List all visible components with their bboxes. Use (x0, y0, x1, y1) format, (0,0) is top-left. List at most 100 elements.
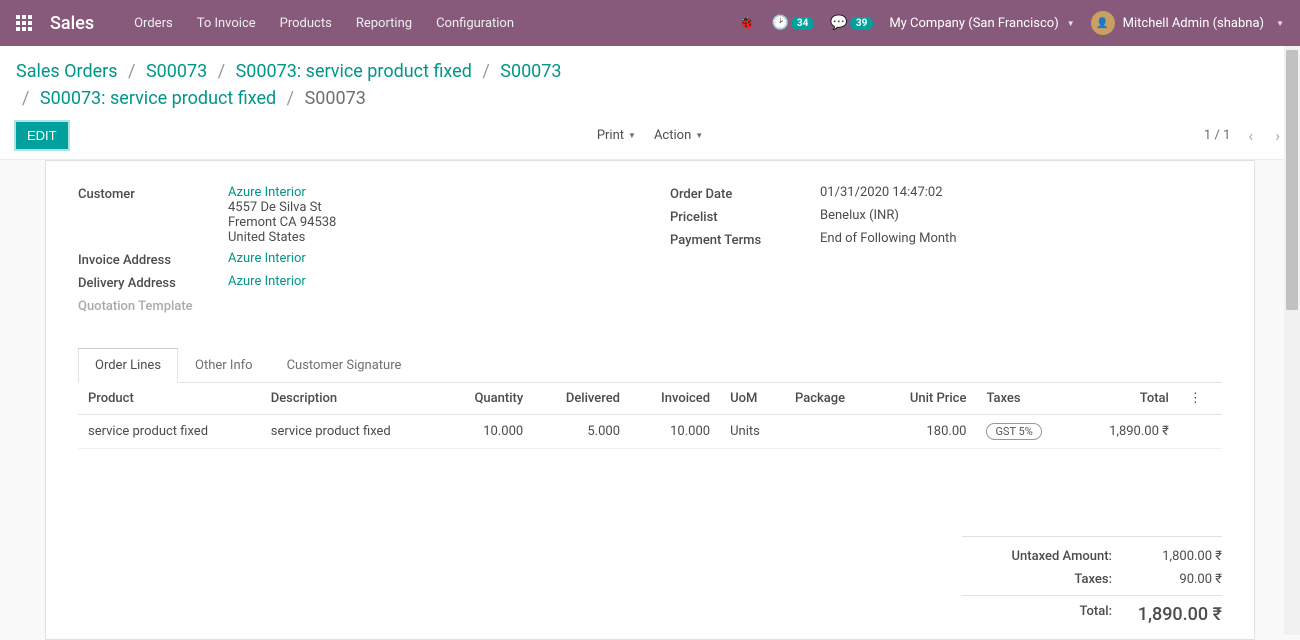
crumb-service-1[interactable]: S00073: service product fixed (236, 61, 472, 82)
nav-configuration[interactable]: Configuration (436, 16, 514, 31)
nav-reporting[interactable]: Reporting (356, 16, 412, 31)
action-dropdown[interactable]: Action (654, 128, 703, 143)
form-sheet: Customer Azure Interior 4557 De Silva St… (45, 160, 1255, 640)
customer-link[interactable]: Azure Interior (228, 185, 306, 200)
taxes-total-value: 90.00 ₹ (1132, 572, 1222, 587)
cell-delivered: 5.000 (533, 415, 630, 449)
control-panel: Sales Orders / S00073 / S00073: service … (0, 46, 1300, 160)
pager-next[interactable]: › (1271, 126, 1284, 145)
cell-total: 1,890.00 ₹ (1075, 415, 1179, 449)
row-kebab[interactable] (1179, 415, 1222, 449)
value-payment-terms: End of Following Month (820, 231, 1222, 246)
nav-orders[interactable]: Orders (134, 16, 173, 31)
cell-unit-price: 180.00 (877, 415, 977, 449)
pager-prev[interactable]: ‹ (1244, 126, 1257, 145)
cell-quantity: 10.000 (443, 415, 533, 449)
scrollbar-thumb[interactable] (1286, 50, 1298, 310)
untaxed-value: 1,800.00 ₹ (1132, 549, 1222, 564)
crumb-sep: / (218, 61, 225, 82)
nav-to-invoice[interactable]: To Invoice (197, 16, 256, 31)
cell-package (785, 415, 877, 449)
th-uom[interactable]: UoM (720, 383, 785, 415)
customer-city: Fremont CA 94538 (228, 215, 630, 230)
activities-count: 34 (791, 17, 814, 30)
th-invoiced[interactable]: Invoiced (630, 383, 720, 415)
tab-order-lines[interactable]: Order Lines (78, 348, 178, 383)
th-quantity[interactable]: Quantity (443, 383, 533, 415)
label-invoice-address: Invoice Address (78, 251, 228, 268)
table-row[interactable]: service product fixed service product fi… (78, 415, 1222, 449)
cell-description: service product fixed (261, 415, 444, 449)
cell-uom: Units (720, 415, 785, 449)
crumb-sep: / (128, 61, 135, 82)
apps-icon[interactable] (16, 15, 32, 31)
breadcrumb: Sales Orders / S00073 / S00073: service … (16, 58, 1284, 112)
delivery-address-link[interactable]: Azure Interior (228, 274, 306, 289)
label-customer: Customer (78, 185, 228, 202)
crumb-sep: / (22, 88, 29, 109)
grand-total-label: Total: (962, 604, 1112, 625)
value-customer: Azure Interior 4557 De Silva St Fremont … (228, 185, 630, 245)
invoice-address-link[interactable]: Azure Interior (228, 251, 306, 266)
activities-button[interactable]: 🕑 34 (771, 15, 814, 31)
tax-pill: GST 5% (986, 423, 1041, 440)
user-name: Mitchell Admin (shabna) (1123, 16, 1264, 31)
company-name: My Company (San Francisco) (889, 16, 1058, 31)
taxes-total-label: Taxes: (962, 572, 1112, 587)
form-wrapper: Customer Azure Interior 4557 De Silva St… (0, 160, 1300, 640)
crumb-service-2[interactable]: S00073: service product fixed (40, 88, 276, 109)
brand-title[interactable]: Sales (50, 13, 94, 34)
grand-total-value: 1,890.00 ₹ (1132, 604, 1222, 625)
bug-icon[interactable]: 🐞 (738, 15, 755, 31)
label-order-date: Order Date (670, 185, 820, 202)
clock-icon: 🕑 (771, 15, 788, 31)
form-right-col: Order Date 01/31/2020 14:47:02 Pricelist… (670, 185, 1222, 320)
pager-text: 1 / 1 (1204, 128, 1230, 143)
th-product[interactable]: Product (78, 383, 261, 415)
cell-taxes: GST 5% (976, 415, 1074, 449)
th-delivered[interactable]: Delivered (533, 383, 630, 415)
th-unit-price[interactable]: Unit Price (877, 383, 977, 415)
customer-country: United States (228, 230, 630, 245)
th-kebab[interactable]: ⋮ (1179, 383, 1222, 415)
th-taxes[interactable]: Taxes (976, 383, 1074, 415)
customer-street: 4557 De Silva St (228, 200, 630, 215)
totals: Untaxed Amount: 1,800.00 ₹ Taxes: 90.00 … (962, 536, 1222, 629)
tab-other-info[interactable]: Other Info (178, 348, 270, 382)
label-payment-terms: Payment Terms (670, 231, 820, 248)
th-total[interactable]: Total (1075, 383, 1179, 415)
user-menu[interactable]: 👤 Mitchell Admin (shabna) (1091, 11, 1284, 35)
th-package[interactable]: Package (785, 383, 877, 415)
nav-right: 🐞 🕑 34 💬 39 My Company (San Francisco) 👤… (738, 11, 1284, 35)
avatar: 👤 (1091, 11, 1115, 35)
pager: 1 / 1 ‹ › (1204, 126, 1284, 145)
crumb-sep: / (482, 61, 489, 82)
scrollbar[interactable] (1284, 46, 1300, 635)
print-dropdown[interactable]: Print (597, 128, 636, 143)
cp-center: Print Action (597, 128, 703, 143)
discuss-count: 39 (850, 17, 873, 30)
crumb-s00073-1[interactable]: S00073 (146, 61, 207, 82)
company-selector[interactable]: My Company (San Francisco) (889, 16, 1074, 31)
tabs: Order Lines Other Info Customer Signatur… (78, 348, 1222, 383)
th-description[interactable]: Description (261, 383, 444, 415)
main-navbar: Sales Orders To Invoice Products Reporti… (0, 0, 1300, 46)
discuss-button[interactable]: 💬 39 (830, 15, 873, 31)
untaxed-label: Untaxed Amount: (962, 549, 1112, 564)
label-delivery-address: Delivery Address (78, 274, 228, 291)
crumb-sales-orders[interactable]: Sales Orders (16, 61, 118, 82)
order-lines-table: Product Description Quantity Delivered I… (78, 383, 1222, 449)
nav-menu: Orders To Invoice Products Reporting Con… (134, 16, 514, 31)
crumb-sep: / (287, 88, 294, 109)
nav-products[interactable]: Products (280, 16, 332, 31)
crumb-s00073-2[interactable]: S00073 (500, 61, 561, 82)
value-order-date: 01/31/2020 14:47:02 (820, 185, 1222, 200)
label-quotation-template: Quotation Template (78, 297, 228, 314)
cell-invoiced: 10.000 (630, 415, 720, 449)
chat-icon: 💬 (830, 15, 847, 31)
cell-product: service product fixed (78, 415, 261, 449)
form-left-col: Customer Azure Interior 4557 De Silva St… (78, 185, 630, 320)
label-pricelist: Pricelist (670, 208, 820, 225)
tab-customer-signature[interactable]: Customer Signature (270, 348, 419, 382)
edit-button[interactable]: Edit (16, 122, 68, 149)
